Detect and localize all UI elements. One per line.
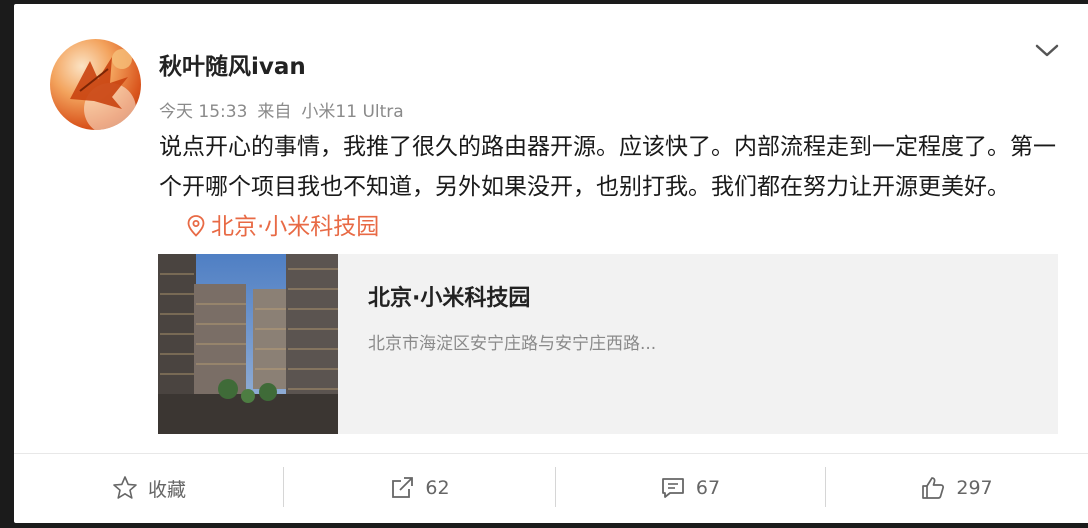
repost-count: 62: [425, 477, 450, 499]
post-meta: 今天 15:33 来自 小米11 Ultra: [159, 97, 404, 122]
source-device[interactable]: 小米11 Ultra: [301, 102, 403, 122]
location-pin-icon: [187, 215, 205, 237]
thumbs-up-icon: [922, 477, 945, 499]
comment-count: 67: [695, 477, 721, 499]
favorite-button[interactable]: 收藏: [14, 470, 284, 506]
action-bar-divider: [14, 453, 1088, 454]
post-time[interactable]: 今天 15:33: [159, 102, 247, 122]
like-count: 297: [956, 477, 993, 499]
avatar[interactable]: [50, 39, 141, 130]
share-icon: [392, 477, 414, 498]
star-icon: [113, 476, 137, 499]
comment-icon: [662, 478, 684, 498]
post-text: 说点开心的事情，我推了很久的路由器开源。应该快了。内部流程走到一定程度了。第一个…: [159, 134, 1056, 200]
location-link[interactable]: 北京·小米科技园: [187, 214, 379, 240]
source-prefix: 来自: [257, 102, 292, 122]
chevron-down-icon[interactable]: [1033, 38, 1061, 62]
location-label: 北京·小米科技园: [211, 214, 380, 240]
like-button[interactable]: 297: [825, 470, 1088, 506]
location-card-address: 北京市海淀区安宁庄路与安宁庄西路...: [368, 334, 657, 354]
post-content: 说点开心的事情，我推了很久的路由器开源。应该快了。内部流程走到一定程度了。第一个…: [159, 127, 1059, 247]
location-card-title: 北京·小米科技园: [368, 286, 531, 311]
repost-button[interactable]: 62: [284, 470, 555, 506]
location-photo: [158, 254, 338, 434]
author-name[interactable]: 秋叶随风ivan: [159, 47, 306, 81]
favorite-label: 收藏: [147, 478, 186, 501]
weibo-post-card: 秋叶随风ivan 今天 15:33 来自 小米11 Ultra 说点开心的事情，我推…: [14, 4, 1088, 523]
comment-button[interactable]: 67: [555, 470, 825, 506]
location-card[interactable]: 北京·小米科技园 北京市海淀区安宁庄路与安宁庄西路...: [158, 254, 1058, 434]
